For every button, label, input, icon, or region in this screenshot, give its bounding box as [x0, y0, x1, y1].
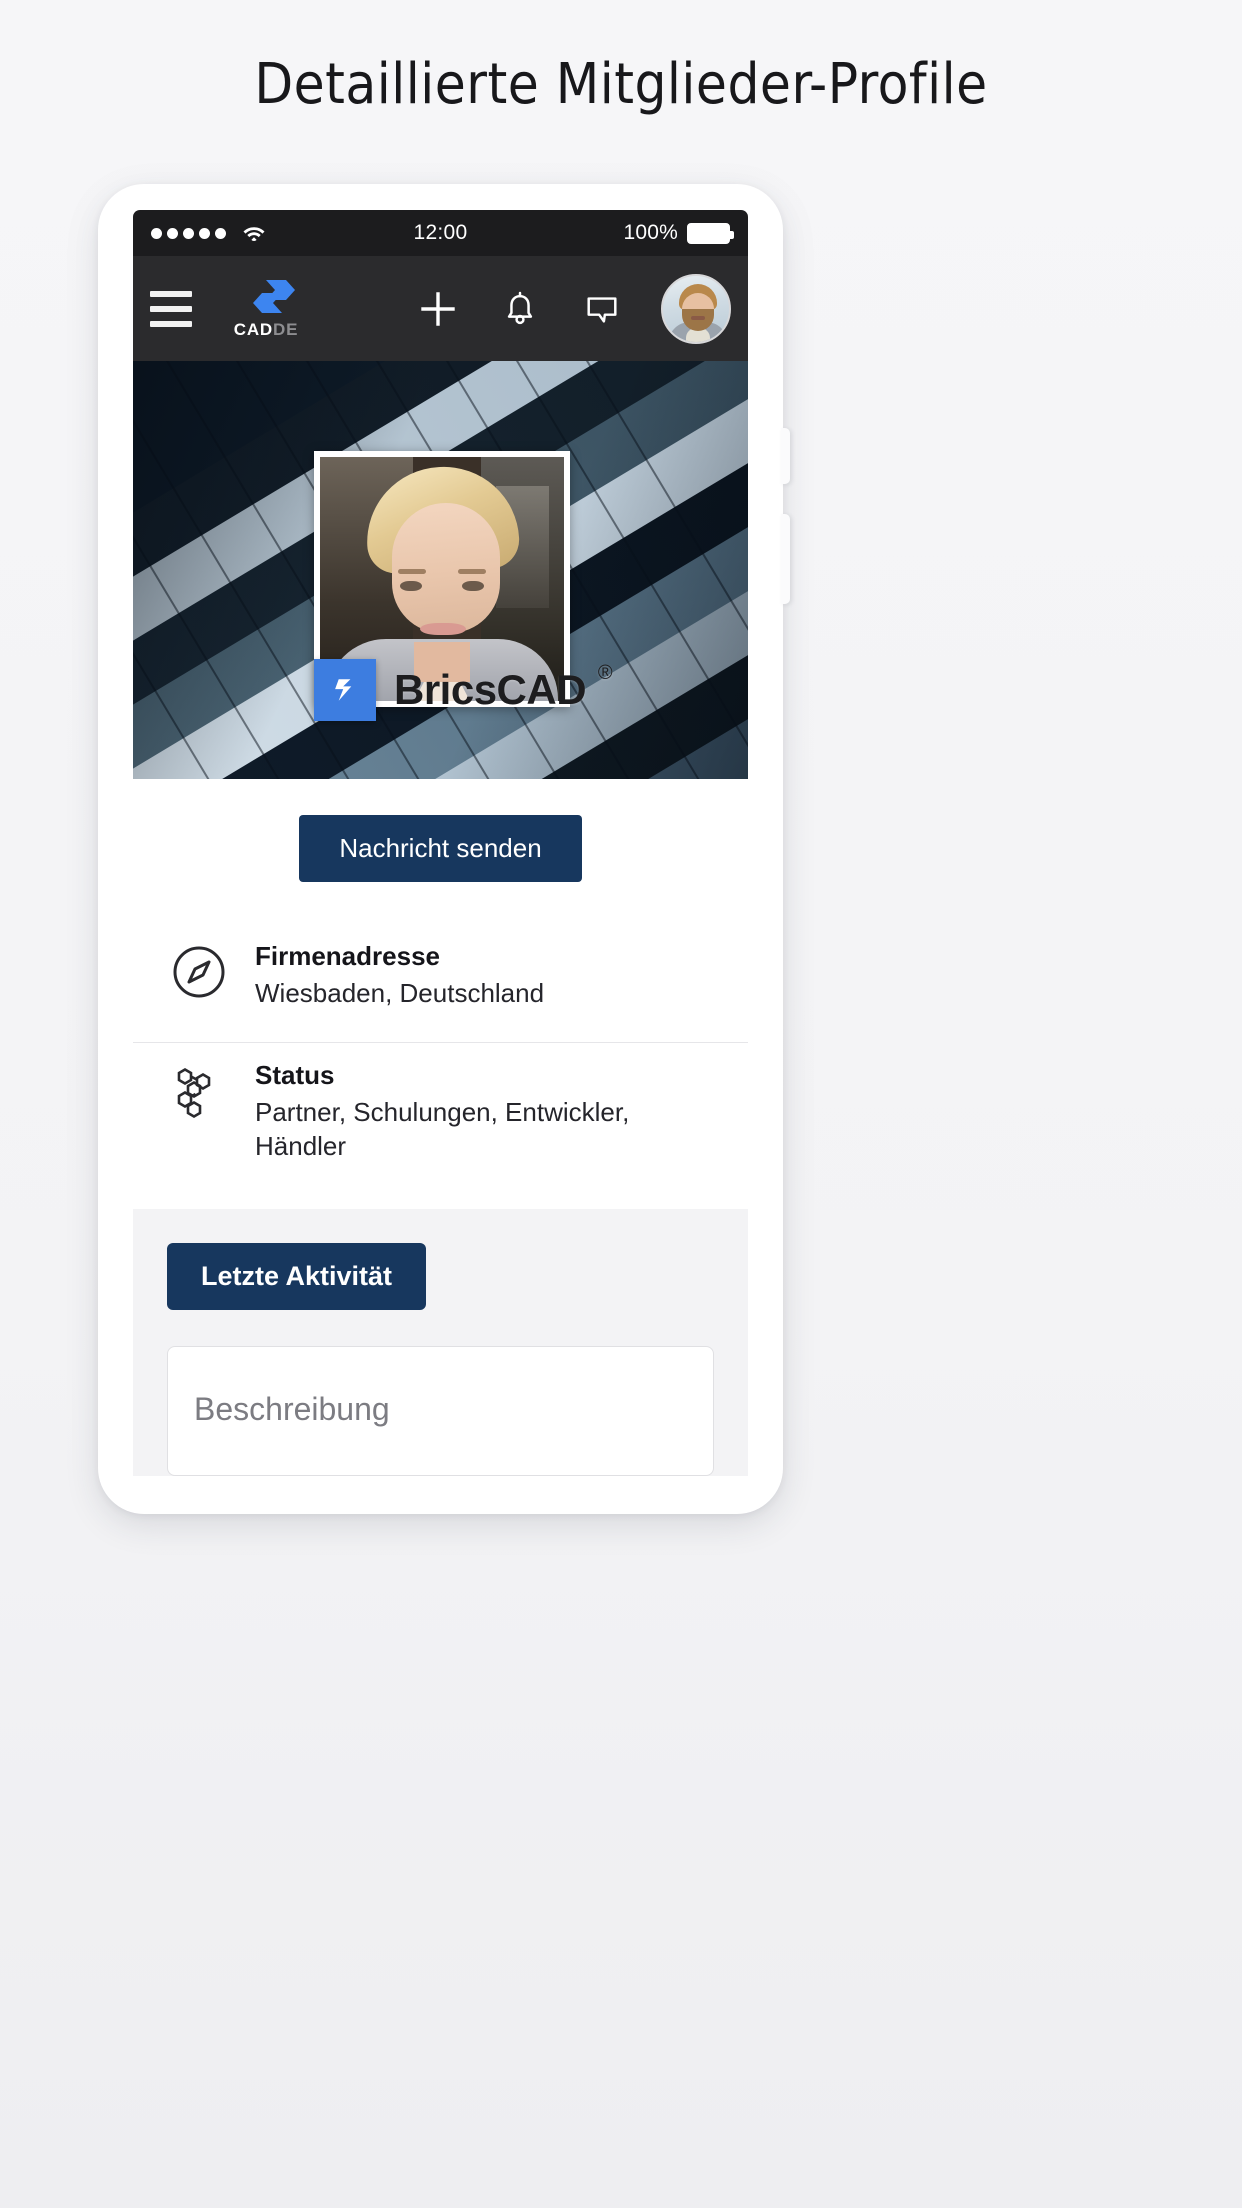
- cover-photo: BricsCAD ®: [133, 361, 748, 779]
- company-name: BricsCAD: [394, 666, 587, 713]
- info-value: Wiesbaden, Deutschland: [255, 977, 545, 1008]
- registered-mark: ®: [597, 662, 613, 684]
- app-logo-text-secondary: DE: [273, 320, 299, 339]
- status-bar: 12:00 100%: [133, 210, 748, 256]
- status-bar-right: 100%: [623, 221, 734, 245]
- battery-percent: 100%: [623, 221, 678, 244]
- profile-info-list: Firmenadresse Wiesbaden, Deutschland Sta…: [133, 888, 748, 1195]
- compass-icon: [171, 944, 227, 1000]
- plus-icon[interactable]: [417, 288, 459, 330]
- navbar-actions: [417, 288, 623, 330]
- activity-section: Letzte Aktivität Beschreibung: [133, 1209, 748, 1477]
- send-message-button[interactable]: Nachricht senden: [299, 815, 582, 882]
- description-input[interactable]: Beschreibung: [167, 1346, 714, 1477]
- app-logo-text: CADDE: [234, 321, 298, 338]
- info-row-status: Status Partner, Schulungen, Entwickler, …: [133, 1043, 748, 1191]
- cad-arrows-logo-icon: [253, 280, 295, 313]
- description-placeholder: Beschreibung: [194, 1391, 390, 1428]
- info-title: Status: [255, 1060, 335, 1091]
- bricscad-mark-icon: [314, 659, 376, 721]
- app-navbar: CADDE: [133, 256, 748, 361]
- hexagon-cluster-icon: [171, 1063, 227, 1119]
- company-logo: BricsCAD ®: [314, 659, 613, 721]
- app-logo[interactable]: CADDE: [220, 279, 312, 338]
- info-text-company-address: Firmenadresse Wiesbaden, Deutschland: [255, 940, 544, 1010]
- profile-details: Nachricht senden Firmenadresse Wiesbaden…: [133, 779, 748, 1210]
- message-button-wrap: Nachricht senden: [133, 779, 748, 888]
- hamburger-menu-icon[interactable]: [150, 290, 192, 327]
- battery-full-icon: [687, 222, 734, 244]
- page-title: Detaillierte Mitglieder-Profile: [254, 52, 988, 117]
- phone-side-button-power: [781, 514, 790, 604]
- info-text-status: Status Partner, Schulungen, Entwickler, …: [255, 1059, 710, 1163]
- phone-screen: 12:00 100% CADDE BricsCAD ® Nachricht se…: [133, 210, 748, 1488]
- company-logo-text: BricsCAD ®: [394, 662, 613, 714]
- info-value: Partner, Schulungen, Entwickler, Händler: [255, 1096, 630, 1161]
- phone-side-button-volume-up: [781, 428, 790, 484]
- speech-bubble-icon[interactable]: [581, 288, 623, 330]
- info-row-company-address: Firmenadresse Wiesbaden, Deutschland: [133, 924, 748, 1038]
- app-logo-text-primary: CAD: [233, 320, 273, 339]
- page-root: Detaillierte Mitglieder-Profile 12:00 10…: [0, 0, 1242, 2208]
- user-avatar[interactable]: [661, 273, 731, 344]
- phone-mockup: 12:00 100% CADDE BricsCAD ® Nachricht se…: [98, 184, 790, 1514]
- info-title: Firmenadresse: [255, 941, 440, 971]
- tab-last-activity[interactable]: Letzte Aktivität: [167, 1243, 427, 1311]
- bell-icon[interactable]: [499, 288, 541, 330]
